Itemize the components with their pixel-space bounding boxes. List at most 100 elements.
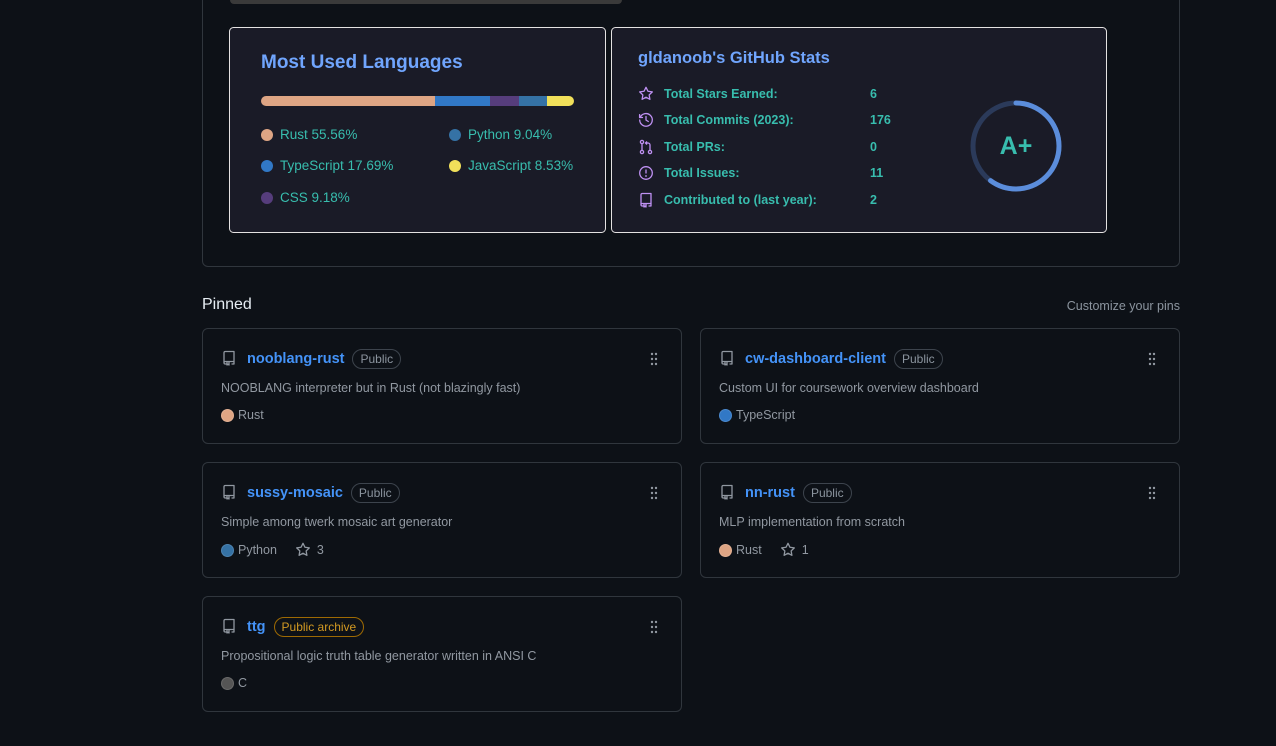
star-icon (780, 542, 795, 556)
stat-row-commits: Total Commits (2023): (638, 110, 794, 130)
language-dot (221, 543, 234, 557)
lang-percent: 9.18% (311, 190, 350, 205)
lang-name: JavaScript (468, 158, 532, 173)
repo-name: nn-rust (745, 485, 795, 501)
github-stats-card[interactable]: gldanoob's GitHub Stats Total Stars Earn… (611, 27, 1107, 233)
repo-star-count: 1 (801, 543, 809, 557)
repo-meta: TypeScript (719, 408, 795, 422)
stat-row-issues: Total Issues: (638, 163, 739, 183)
lang-item-css: CSS 9.18% (261, 190, 350, 205)
lang-percent: 8.53% (534, 158, 574, 173)
lang-percent: 55.56% (311, 127, 358, 142)
stat-value-prs: 0 (870, 140, 877, 154)
language-dot (719, 543, 732, 557)
pinned-repo-card[interactable]: cw-dashboard-client Public Custom UI for c… (700, 328, 1180, 444)
repo-name: nooblang-rust (247, 351, 345, 367)
star-icon (295, 542, 310, 556)
lang-bar-segment-javascript (547, 96, 574, 106)
lang-dot (449, 159, 461, 172)
repo-icon (223, 618, 235, 634)
repo-name-link[interactable]: nn-rust Public (745, 483, 852, 503)
repo-language: TypeScript (736, 408, 796, 422)
language-dot (221, 408, 234, 422)
visibility-badge: Public (350, 483, 400, 503)
repo-meta: Rust (221, 408, 264, 422)
lang-bar-segment-rust (261, 96, 435, 106)
drag-grip-icon[interactable] (649, 352, 659, 366)
repo-stars-link[interactable]: 1 (780, 542, 809, 558)
rank-grade: A+ (999, 132, 1033, 160)
repo-name-link[interactable]: sussy-mosaic Public (247, 483, 400, 503)
repo-language: Rust (736, 543, 762, 557)
lang-dot (261, 191, 273, 204)
stat-label: Total Issues: (664, 166, 740, 180)
repo-description: Custom UI for coursework overview dashbo… (719, 381, 979, 395)
stat-label: Contributed to (last year): (664, 193, 817, 207)
repo-icon (721, 484, 733, 500)
repo-description: MLP implementation from scratch (719, 515, 905, 529)
drag-grip-icon[interactable] (649, 486, 659, 500)
pinned-repo-card[interactable]: nn-rust Public MLP implementation from scr… (700, 462, 1180, 578)
languages-bar (261, 96, 574, 106)
lang-name: CSS (280, 190, 308, 205)
repo-name-link[interactable]: cw-dashboard-client Public (745, 349, 943, 369)
lang-dot (261, 128, 273, 141)
repo-meta: C (221, 676, 247, 690)
issue-icon (639, 166, 653, 180)
stat-value-issues: 11 (870, 166, 884, 180)
stat-label: Total Commits (2023): (664, 113, 794, 127)
stat-row-stars: Total Stars Earned: (638, 84, 778, 104)
stat-row-contributed: Contributed to (last year): (638, 190, 817, 210)
repo-name-link[interactable]: ttg Public archive (247, 617, 365, 637)
language-dot (221, 676, 234, 690)
pinned-repo-card[interactable]: ttg Public archive Propositional logic tru… (202, 596, 682, 712)
repo-icon (721, 350, 733, 366)
visibility-badge: Public (802, 483, 852, 503)
repo-language: Rust (238, 408, 264, 422)
visibility-badge: Public (894, 349, 943, 369)
lang-item-javascript: JavaScript 8.53% (449, 158, 573, 173)
lang-dot (449, 128, 461, 141)
pinned-repo-card[interactable]: nooblang-rust Public NOOBLANG interpreter … (202, 328, 682, 444)
repo-icon (223, 484, 235, 500)
history-icon (638, 113, 653, 127)
repo-name: sussy-mosaic (247, 485, 343, 501)
star-icon (639, 86, 653, 100)
repo-name: cw-dashboard-client (745, 351, 886, 367)
stat-value-commits: 176 (870, 113, 891, 127)
languages-card[interactable]: Most Used Languages Rust 55.56% TypeScri… (229, 27, 606, 233)
lang-item-rust: Rust 55.56% (261, 127, 357, 142)
repo-language: Python (238, 543, 277, 557)
lang-percent: 17.69% (347, 158, 394, 173)
pinned-heading: Pinned (202, 296, 252, 313)
stat-label: Total PRs: (664, 140, 725, 154)
lang-bar-segment-typescript (434, 96, 491, 106)
pull-request-icon (639, 139, 653, 155)
rank-circle: A+ (968, 98, 1064, 194)
stat-value-contributed: 2 (870, 193, 877, 207)
lang-name: Python (468, 127, 511, 142)
pinned-repo-card[interactable]: sussy-mosaic Public Simple among twerk mos… (202, 462, 682, 578)
repo-stars-link[interactable]: 3 (295, 542, 324, 558)
repo-name-link[interactable]: nooblang-rust Public (247, 349, 402, 369)
repo-name: ttg (247, 619, 266, 635)
repo-icon (640, 192, 652, 208)
lang-name: Rust (280, 127, 308, 142)
repo-description: Propositional logic truth table generato… (221, 649, 537, 663)
drag-grip-icon[interactable] (649, 620, 659, 634)
stat-label: Total Stars Earned: (664, 87, 778, 101)
repo-description: Simple among twerk mosaic art generator (221, 515, 453, 529)
drag-grip-icon[interactable] (1147, 352, 1157, 366)
repo-language: C (238, 676, 248, 690)
lang-bar-segment-python (518, 96, 548, 106)
customize-pins-link[interactable]: Customize your pins (1067, 299, 1180, 313)
languages-card-title: Most Used Languages (261, 52, 463, 73)
lang-bar-segment-css (490, 96, 519, 106)
drag-grip-icon[interactable] (1147, 486, 1157, 500)
stat-value-stars: 6 (870, 87, 877, 101)
repo-meta: Python 3 (221, 542, 324, 558)
stats-card-title: gldanoob's GitHub Stats (638, 49, 830, 67)
lang-item-typescript: TypeScript 17.69% (261, 158, 393, 173)
repo-description: NOOBLANG interpreter but in Rust (not bl… (221, 381, 521, 395)
stat-row-prs: Total PRs: (638, 137, 725, 157)
